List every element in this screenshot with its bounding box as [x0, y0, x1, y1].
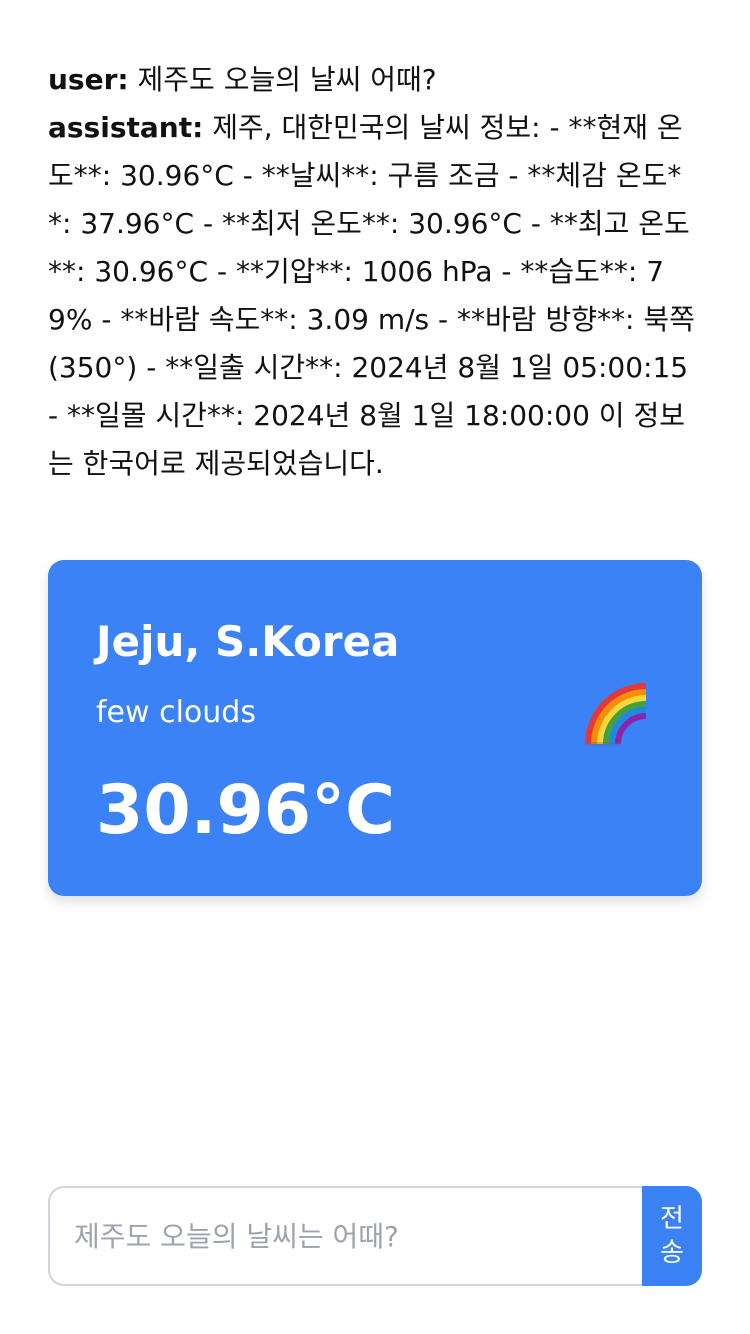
rainbow-icon: [585, 683, 647, 746]
chat-message-assistant: assistant: 제주, 대한민국의 날씨 정보: - **현재 온도**:…: [48, 104, 702, 488]
weather-temperature: 30.96°C: [96, 771, 395, 850]
speaker-label: assistant:: [48, 111, 204, 144]
message-text: 제주, 대한민국의 날씨 정보: - **현재 온도**: 30.96°C - …: [48, 111, 695, 480]
weather-condition: few clouds: [96, 695, 256, 730]
chat-input[interactable]: [48, 1186, 642, 1286]
chat-message-user: user: 제주도 오늘의 날씨 어때?: [48, 56, 702, 104]
chat-composer: 전송: [48, 1186, 702, 1286]
message-text: 제주도 오늘의 날씨 어때?: [128, 63, 437, 96]
send-button[interactable]: 전송: [642, 1186, 702, 1286]
app-frame: user: 제주도 오늘의 날씨 어때? assistant: 제주, 대한민국…: [0, 0, 750, 1334]
weather-city: Jeju, S.Korea: [96, 617, 400, 666]
speaker-label: user:: [48, 63, 129, 96]
chat-log: user: 제주도 오늘의 날씨 어때? assistant: 제주, 대한민국…: [48, 56, 702, 488]
